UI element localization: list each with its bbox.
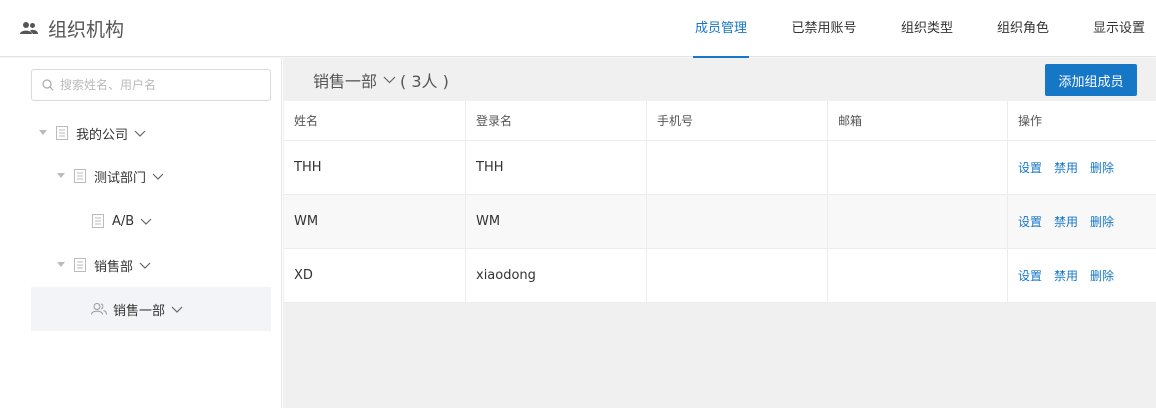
tab-org-roles[interactable]: 组织角色: [995, 0, 1051, 57]
table-header: 姓名 登录名 手机号 邮箱 操作: [284, 101, 1156, 141]
top-nav: 成员管理 已禁用账号 组织类型 组织角色 显示设置: [693, 0, 1156, 58]
tab-org-types[interactable]: 组织类型: [899, 0, 955, 57]
caret-down-icon[interactable]: [56, 171, 66, 181]
member-count: ( 3人 ): [400, 72, 449, 91]
chevron-down-icon[interactable]: [152, 173, 164, 180]
page-title: 组织机构: [48, 18, 125, 41]
department-title: 销售一部 ( 3人 ): [313, 68, 449, 92]
search-icon: [42, 79, 54, 91]
caret-down-icon[interactable]: [38, 128, 48, 138]
users-icon: [20, 18, 40, 38]
cell-email: [828, 141, 1008, 194]
document-icon: [92, 214, 106, 228]
main-content: 销售一部 ( 3人 ) 添加组成员 姓名 登录名 手机号 邮箱 操作 THH T…: [283, 58, 1156, 408]
members-table: 姓名 登录名 手机号 邮箱 操作 THH THH 设置 禁用 删除 WM WM …: [284, 101, 1156, 303]
cell-phone: [647, 249, 828, 302]
cell-phone: [647, 141, 828, 194]
group-icon: [91, 302, 107, 316]
tab-display-settings[interactable]: 显示设置: [1091, 0, 1147, 57]
cell-actions: 设置 禁用 删除: [1008, 141, 1156, 194]
chevron-down-icon[interactable]: [134, 130, 146, 137]
tab-member-management[interactable]: 成员管理: [693, 0, 749, 58]
app-title-area: 组织机构: [20, 14, 124, 42]
delete-link[interactable]: 删除: [1090, 159, 1114, 176]
tree-node-test-dept[interactable]: 测试部门: [56, 155, 164, 197]
document-icon: [56, 126, 70, 140]
tree-node-my-company[interactable]: 我的公司: [38, 112, 146, 154]
tree-node-label: 销售一部: [113, 303, 166, 319]
column-header: 登录名: [466, 101, 647, 140]
table-row: XD xiaodong 设置 禁用 删除: [284, 249, 1156, 303]
settings-link[interactable]: 设置: [1018, 213, 1042, 230]
document-icon: [74, 169, 88, 183]
tree-node-label: 测试部门: [94, 170, 147, 186]
chevron-down-icon[interactable]: [140, 218, 152, 225]
table-row: THH THH 设置 禁用 删除: [284, 141, 1156, 195]
department-name: 销售一部: [313, 72, 378, 91]
table-row: WM WM 设置 禁用 删除: [284, 195, 1156, 249]
tree-node-label: A/B: [112, 213, 135, 229]
cell-login: WM: [466, 195, 647, 248]
chevron-down-icon[interactable]: [139, 262, 151, 269]
search-input[interactable]: [60, 78, 260, 92]
disable-link[interactable]: 禁用: [1054, 159, 1078, 176]
document-icon: [74, 258, 88, 272]
cell-login: THH: [466, 141, 647, 194]
top-header: 组织机构 成员管理 已禁用账号 组织类型 组织角色 显示设置: [0, 0, 1156, 58]
column-header: 操作: [1018, 114, 1043, 128]
cell-phone: [647, 195, 828, 248]
cell-name: WM: [284, 195, 466, 248]
tree-node-sales-1[interactable]: 销售一部: [31, 287, 271, 331]
delete-link[interactable]: 删除: [1090, 267, 1114, 284]
cell-login: xiaodong: [466, 249, 647, 302]
cell-actions: 设置 禁用 删除: [1008, 249, 1156, 302]
chevron-down-icon[interactable]: [383, 76, 396, 84]
cell-email: [828, 195, 1008, 248]
column-header: 手机号: [647, 101, 828, 140]
settings-link[interactable]: 设置: [1018, 159, 1042, 176]
tab-disabled-accounts[interactable]: 已禁用账号: [789, 0, 859, 57]
add-member-button[interactable]: 添加组成员: [1045, 64, 1137, 96]
cell-name: THH: [284, 141, 466, 194]
disable-link[interactable]: 禁用: [1054, 213, 1078, 230]
tree-node-label: 我的公司: [76, 127, 129, 143]
settings-link[interactable]: 设置: [1018, 267, 1042, 284]
chevron-down-icon[interactable]: [171, 306, 183, 313]
delete-link[interactable]: 删除: [1090, 213, 1114, 230]
tree-node-sales-dept[interactable]: 销售部: [56, 244, 151, 286]
cell-name: XD: [284, 249, 466, 302]
search-box[interactable]: [31, 69, 271, 101]
disable-link[interactable]: 禁用: [1054, 267, 1078, 284]
cell-email: [828, 249, 1008, 302]
column-header: 邮箱: [828, 101, 1008, 140]
tree-node-ab[interactable]: A/B: [92, 200, 152, 242]
department-header: 销售一部 ( 3人 ) 添加组成员: [283, 58, 1156, 101]
tree-node-label: 销售部: [94, 259, 134, 275]
org-tree-sidebar: 我的公司 测试部门 A/B 销售部 销售一部: [0, 58, 282, 408]
column-header: 姓名: [284, 101, 466, 140]
caret-down-icon[interactable]: [56, 260, 66, 270]
cell-actions: 设置 禁用 删除: [1008, 195, 1156, 248]
